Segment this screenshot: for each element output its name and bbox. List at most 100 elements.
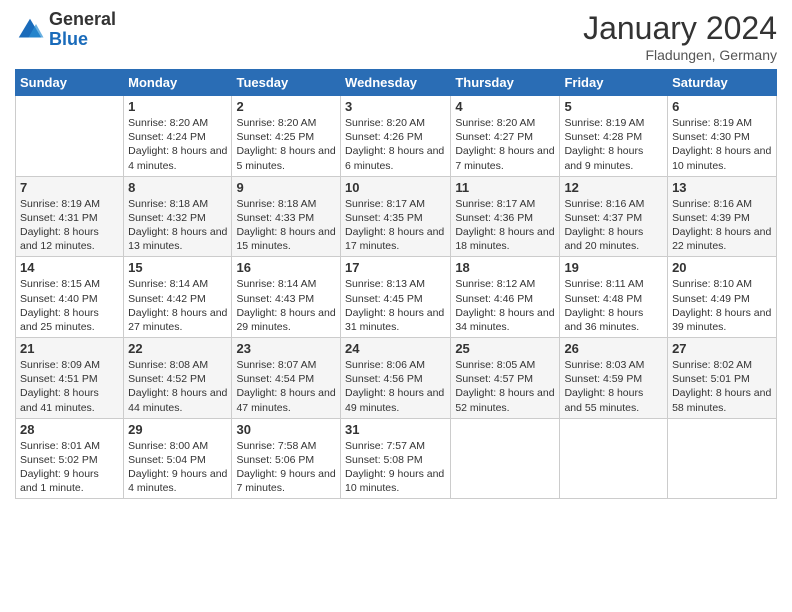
- col-friday: Friday: [560, 70, 668, 96]
- logo-text: General Blue: [49, 10, 116, 50]
- day-number: 16: [236, 260, 336, 275]
- day-number: 25: [455, 341, 555, 356]
- day-number: 2: [236, 99, 336, 114]
- calendar: Sunday Monday Tuesday Wednesday Thursday…: [15, 69, 777, 499]
- day-info: Sunrise: 8:17 AMSunset: 4:36 PMDaylight:…: [455, 197, 555, 254]
- day-number: 19: [564, 260, 663, 275]
- day-number: 14: [20, 260, 119, 275]
- day-number: 31: [345, 422, 446, 437]
- table-row: 20 Sunrise: 8:10 AMSunset: 4:49 PMDayligh…: [668, 257, 777, 338]
- day-number: 27: [672, 341, 772, 356]
- day-info: Sunrise: 7:57 AMSunset: 5:08 PMDaylight:…: [345, 439, 446, 496]
- table-row: 23 Sunrise: 8:07 AMSunset: 4:54 PMDayligh…: [232, 338, 341, 419]
- day-number: 18: [455, 260, 555, 275]
- day-number: 24: [345, 341, 446, 356]
- day-info: Sunrise: 7:58 AMSunset: 5:06 PMDaylight:…: [236, 439, 336, 496]
- calendar-week-row: 28Sunrise: 8:01 AMSunset: 5:02 PMDayligh…: [16, 418, 777, 499]
- day-number: 6: [672, 99, 772, 114]
- day-number: 29: [128, 422, 227, 437]
- table-row: 14 Sunrise: 8:15 AMSunset: 4:40 PMDayligh…: [16, 257, 124, 338]
- day-number: 8: [128, 180, 227, 195]
- table-row: 7Sunrise: 8:19 AMSunset: 4:31 PMDaylight…: [16, 176, 124, 257]
- table-row: 10Sunrise: 8:17 AMSunset: 4:35 PMDayligh…: [341, 176, 451, 257]
- day-info: Sunrise: 8:15 AMSunset: 4:40 PMDaylight:…: [20, 277, 119, 334]
- table-row: 13 Sunrise: 8:16 AMSunset: 4:39 PMDayligh…: [668, 176, 777, 257]
- day-info: Sunrise: 8:20 AMSunset: 4:25 PMDaylight:…: [236, 116, 336, 173]
- table-row: 29 Sunrise: 8:00 AMSunset: 5:04 PMDayligh…: [124, 418, 232, 499]
- day-number: 3: [345, 99, 446, 114]
- day-info: Sunrise: 8:18 AMSunset: 4:32 PMDaylight:…: [128, 197, 227, 254]
- day-info: Sunrise: 8:19 AMSunset: 4:28 PMDaylight:…: [564, 116, 663, 173]
- day-info: Sunrise: 8:10 AMSunset: 4:49 PMDaylight:…: [672, 277, 772, 334]
- table-row: 15 Sunrise: 8:14 AMSunset: 4:42 PMDayligh…: [124, 257, 232, 338]
- table-row: 24 Sunrise: 8:06 AMSunset: 4:56 PMDayligh…: [341, 338, 451, 419]
- col-thursday: Thursday: [451, 70, 560, 96]
- table-row: 3 Sunrise: 8:20 AMSunset: 4:26 PMDaylight…: [341, 96, 451, 177]
- table-row: 9 Sunrise: 8:18 AMSunset: 4:33 PMDaylight…: [232, 176, 341, 257]
- table-row: 4Sunrise: 8:20 AMSunset: 4:27 PMDaylight…: [451, 96, 560, 177]
- day-number: 26: [564, 341, 663, 356]
- day-number: 13: [672, 180, 772, 195]
- header: General Blue January 2024 Fladungen, Ger…: [15, 10, 777, 63]
- day-number: 30: [236, 422, 336, 437]
- day-info: Sunrise: 8:18 AMSunset: 4:33 PMDaylight:…: [236, 197, 336, 254]
- table-row: [668, 418, 777, 499]
- logo-blue: Blue: [49, 29, 88, 49]
- col-wednesday: Wednesday: [341, 70, 451, 96]
- day-info: Sunrise: 8:00 AMSunset: 5:04 PMDaylight:…: [128, 439, 227, 496]
- location: Fladungen, Germany: [583, 47, 777, 63]
- table-row: 21Sunrise: 8:09 AMSunset: 4:51 PMDayligh…: [16, 338, 124, 419]
- day-info: Sunrise: 8:03 AMSunset: 4:59 PMDaylight:…: [564, 358, 663, 415]
- day-info: Sunrise: 8:20 AMSunset: 4:26 PMDaylight:…: [345, 116, 446, 173]
- table-row: [560, 418, 668, 499]
- day-number: 20: [672, 260, 772, 275]
- table-row: 31 Sunrise: 7:57 AMSunset: 5:08 PMDayligh…: [341, 418, 451, 499]
- day-number: 12: [564, 180, 663, 195]
- table-row: 1 Sunrise: 8:20 AMSunset: 4:24 PMDaylight…: [124, 96, 232, 177]
- calendar-week-row: 14 Sunrise: 8:15 AMSunset: 4:40 PMDayligh…: [16, 257, 777, 338]
- table-row: 18Sunrise: 8:12 AMSunset: 4:46 PMDayligh…: [451, 257, 560, 338]
- table-row: 5 Sunrise: 8:19 AMSunset: 4:28 PMDaylight…: [560, 96, 668, 177]
- day-info: Sunrise: 8:13 AMSunset: 4:45 PMDaylight:…: [345, 277, 446, 334]
- day-info: Sunrise: 8:16 AMSunset: 4:39 PMDaylight:…: [672, 197, 772, 254]
- day-info: Sunrise: 8:07 AMSunset: 4:54 PMDaylight:…: [236, 358, 336, 415]
- day-info: Sunrise: 8:05 AMSunset: 4:57 PMDaylight:…: [455, 358, 555, 415]
- day-info: Sunrise: 8:08 AMSunset: 4:52 PMDaylight:…: [128, 358, 227, 415]
- logo: General Blue: [15, 10, 116, 50]
- day-info: Sunrise: 8:20 AMSunset: 4:24 PMDaylight:…: [128, 116, 227, 173]
- day-info: Sunrise: 8:11 AMSunset: 4:48 PMDaylight:…: [564, 277, 663, 334]
- day-number: 1: [128, 99, 227, 114]
- day-info: Sunrise: 8:16 AMSunset: 4:37 PMDaylight:…: [564, 197, 663, 254]
- table-row: [451, 418, 560, 499]
- day-info: Sunrise: 8:06 AMSunset: 4:56 PMDaylight:…: [345, 358, 446, 415]
- calendar-week-row: 21Sunrise: 8:09 AMSunset: 4:51 PMDayligh…: [16, 338, 777, 419]
- table-row: 17 Sunrise: 8:13 AMSunset: 4:45 PMDayligh…: [341, 257, 451, 338]
- col-tuesday: Tuesday: [232, 70, 341, 96]
- col-monday: Monday: [124, 70, 232, 96]
- table-row: 28Sunrise: 8:01 AMSunset: 5:02 PMDayligh…: [16, 418, 124, 499]
- day-info: Sunrise: 8:14 AMSunset: 4:43 PMDaylight:…: [236, 277, 336, 334]
- day-info: Sunrise: 8:19 AMSunset: 4:30 PMDaylight:…: [672, 116, 772, 173]
- day-info: Sunrise: 8:14 AMSunset: 4:42 PMDaylight:…: [128, 277, 227, 334]
- day-number: 15: [128, 260, 227, 275]
- logo-icon: [15, 15, 45, 45]
- table-row: 25 Sunrise: 8:05 AMSunset: 4:57 PMDayligh…: [451, 338, 560, 419]
- calendar-header-row: Sunday Monday Tuesday Wednesday Thursday…: [16, 70, 777, 96]
- table-row: 16 Sunrise: 8:14 AMSunset: 4:43 PMDayligh…: [232, 257, 341, 338]
- table-row: 12 Sunrise: 8:16 AMSunset: 4:37 PMDayligh…: [560, 176, 668, 257]
- day-info: Sunrise: 8:19 AMSunset: 4:31 PMDaylight:…: [20, 197, 119, 254]
- day-number: 22: [128, 341, 227, 356]
- table-row: 19 Sunrise: 8:11 AMSunset: 4:48 PMDayligh…: [560, 257, 668, 338]
- day-info: Sunrise: 8:20 AMSunset: 4:27 PMDaylight:…: [455, 116, 555, 173]
- day-number: 9: [236, 180, 336, 195]
- day-info: Sunrise: 8:17 AMSunset: 4:35 PMDaylight:…: [345, 197, 446, 254]
- table-row: [16, 96, 124, 177]
- table-row: 2 Sunrise: 8:20 AMSunset: 4:25 PMDaylight…: [232, 96, 341, 177]
- day-number: 5: [564, 99, 663, 114]
- table-row: 6 Sunrise: 8:19 AMSunset: 4:30 PMDaylight…: [668, 96, 777, 177]
- table-row: 30 Sunrise: 7:58 AMSunset: 5:06 PMDayligh…: [232, 418, 341, 499]
- logo-general: General: [49, 9, 116, 29]
- title-block: January 2024 Fladungen, Germany: [583, 10, 777, 63]
- day-number: 23: [236, 341, 336, 356]
- day-number: 17: [345, 260, 446, 275]
